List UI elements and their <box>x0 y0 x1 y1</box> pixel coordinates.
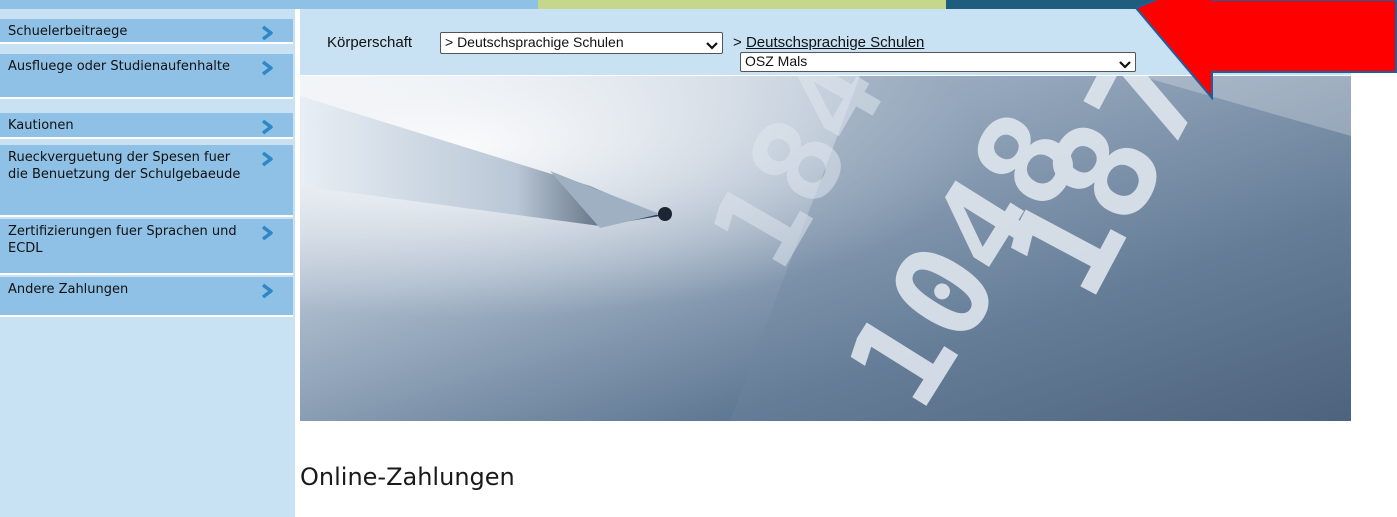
breadcrumb-link[interactable]: Deutschsprachige Schulen <box>746 34 924 51</box>
sidebar-item-andere-zahlungen[interactable]: Andere Zahlungen <box>0 277 293 317</box>
banner-image: 1878 1048 184 <box>300 76 1351 421</box>
koerperschaft-select[interactable]: > Deutschsprachige Schulen <box>440 32 723 54</box>
page-title: Online-Zahlungen <box>300 463 515 491</box>
chevron-right-icon <box>259 151 275 167</box>
sidebar-item-label: Schuelerbeitraege <box>8 24 128 39</box>
sidebar-item-zertifizierungen[interactable]: Zertifizierungen fuer Sprachen und ECDL <box>0 219 293 275</box>
sidebar-item-label: Ausfluege oder Studienaufenhalte <box>8 59 231 74</box>
chevron-right-icon <box>259 25 275 41</box>
sidebar-item-schuelerbeitraege[interactable]: Schuelerbeitraege <box>0 19 293 44</box>
chevron-down-icon <box>1119 57 1131 69</box>
koerperschaft-label: Körperschaft <box>327 34 413 51</box>
chevron-right-icon <box>259 283 275 299</box>
school-select[interactable]: OSZ Mals <box>740 52 1136 72</box>
chevron-down-icon <box>706 38 718 50</box>
sidebar-item-label: Andere Zahlungen <box>8 282 129 297</box>
sidebar-item-label: Kautionen <box>8 118 74 133</box>
school-select-value: OSZ Mals <box>745 53 808 69</box>
strip-segment-green <box>538 0 946 9</box>
sidebar-item-rueckverguetung[interactable]: Rueckverguetung der Spesen fuer die Benu… <box>0 145 293 217</box>
sidebar-item-label: Rueckverguetung der Spesen fuer die Benu… <box>8 150 241 182</box>
chevron-right-icon <box>259 60 275 76</box>
sidebar: Schuelerbeitraege Ausfluege oder Studien… <box>0 9 295 517</box>
sidebar-item-ausfluege[interactable]: Ausfluege oder Studienaufenhalte <box>0 54 293 99</box>
chevron-right-icon <box>259 119 275 135</box>
breadcrumb-prefix: > <box>733 34 746 51</box>
credit-card-pen-illustration: 1878 1048 184 <box>300 76 1351 421</box>
koerperschaft-select-value: > Deutschsprachige Schulen <box>445 34 624 50</box>
callout-arrow-icon <box>1134 0 1397 100</box>
breadcrumb: > Deutschsprachige Schulen <box>733 34 924 51</box>
strip-segment-blue <box>0 0 538 9</box>
sidebar-item-label: Zertifizierungen fuer Sprachen und ECDL <box>8 224 237 256</box>
chevron-right-icon <box>259 225 275 241</box>
sidebar-item-kautionen[interactable]: Kautionen <box>0 113 293 139</box>
